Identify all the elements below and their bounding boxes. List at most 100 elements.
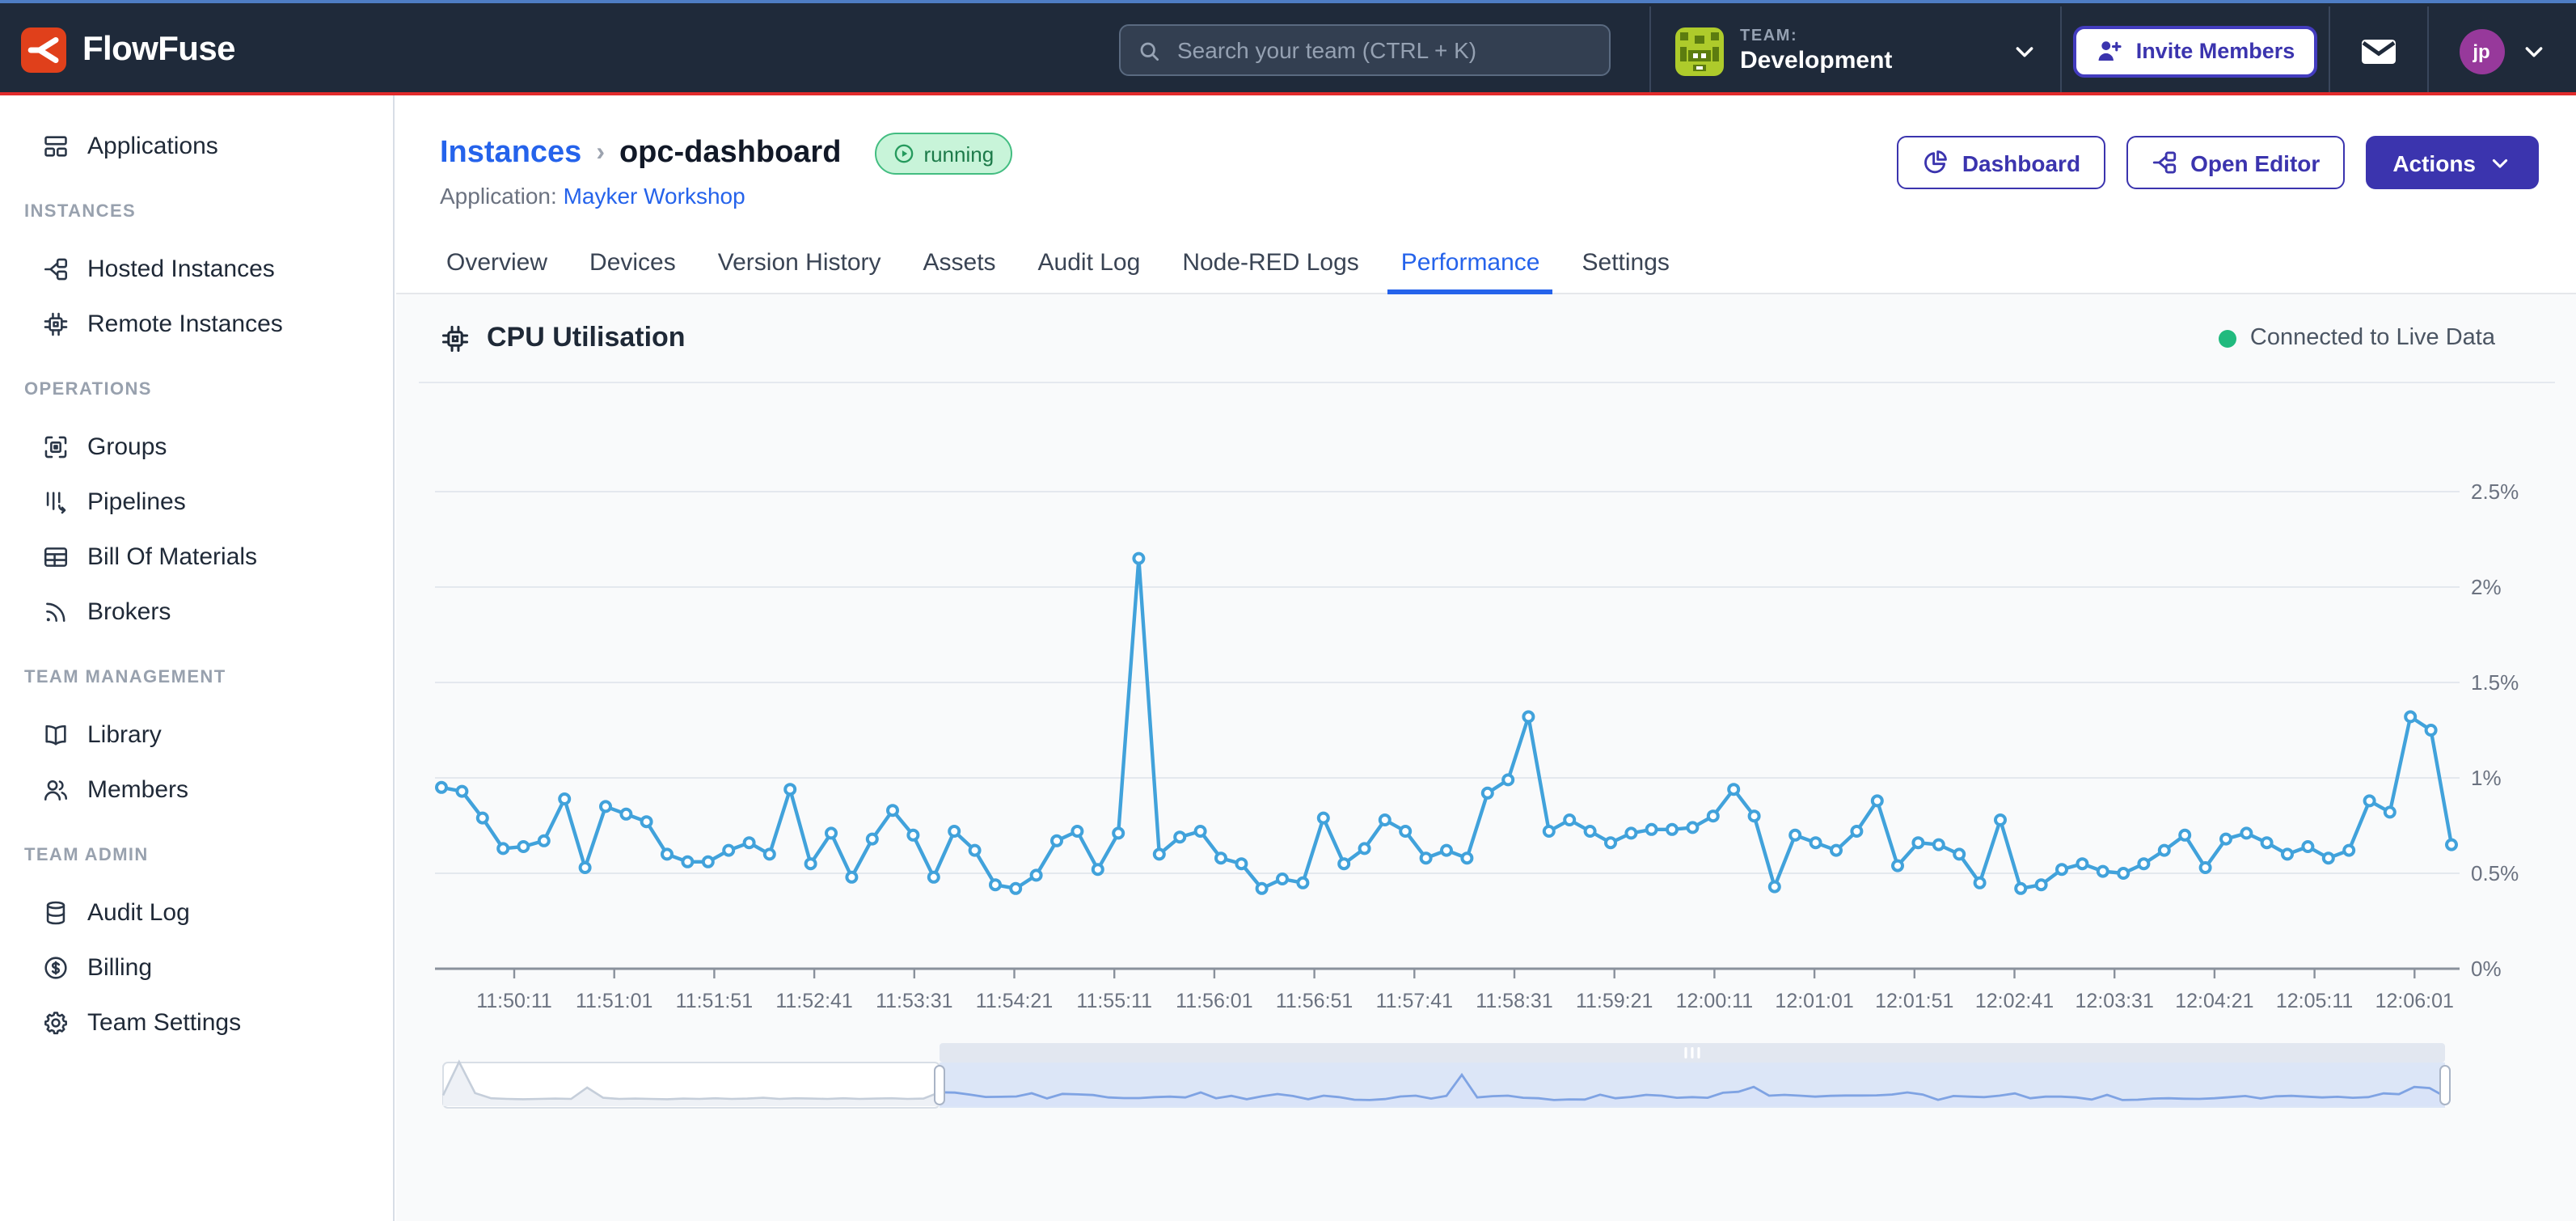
mail-icon: [2359, 32, 2398, 70]
groups-icon: [42, 433, 70, 460]
breadcrumb-instances-link[interactable]: Instances: [440, 136, 581, 171]
live-status-dot: [2219, 329, 2237, 347]
sidebar-item-label: Billing: [87, 953, 152, 981]
pipelines-icon: [42, 488, 70, 515]
live-status: Connected to Live Data: [2219, 325, 2495, 351]
range-handle-right[interactable]: [2440, 1066, 2450, 1105]
sidebar: ApplicationsINSTANCESHosted InstancesRem…: [0, 95, 395, 1221]
svg-text:11:59:21: 11:59:21: [1576, 990, 1653, 1012]
time-range-selector[interactable]: [443, 1043, 2450, 1108]
team-selector[interactable]: TEAM: Development: [1649, 6, 2060, 95]
billing-icon: [42, 953, 70, 981]
application-label: Application:: [440, 183, 557, 209]
breadcrumb: Instances › opc-dashboard running: [440, 133, 1011, 175]
breadcrumb-separator: ›: [596, 139, 605, 168]
svg-text:12:01:51: 12:01:51: [1875, 990, 1953, 1012]
app-root: FlowFuse: [0, 0, 2576, 1221]
tab-performance[interactable]: Performance: [1388, 231, 1553, 293]
svg-text:11:52:41: 11:52:41: [775, 990, 852, 1012]
tab-version-history[interactable]: Version History: [705, 231, 894, 293]
hosted-instances-icon: [42, 255, 70, 282]
flowfuse-logo-icon: [21, 27, 66, 72]
sidebar-item-billing[interactable]: Billing: [0, 940, 393, 995]
sidebar-item-remote-instances[interactable]: Remote Instances: [0, 296, 393, 351]
sidebar-item-pipelines[interactable]: Pipelines: [0, 474, 393, 529]
svg-text:12:00:11: 12:00:11: [1676, 990, 1753, 1012]
actions-button-label: Actions: [2392, 150, 2476, 175]
sidebar-item-label: Brokers: [87, 598, 171, 625]
dashboard-button-label: Dashboard: [1962, 150, 2080, 175]
user-menu[interactable]: jp: [2427, 6, 2576, 95]
svg-text:12:06:01: 12:06:01: [2375, 990, 2454, 1012]
x-axis-ticks: [514, 969, 2414, 978]
svg-text:2%: 2%: [2471, 575, 2502, 599]
grip-icon: [1691, 1047, 1693, 1058]
svg-text:11:53:31: 11:53:31: [876, 990, 952, 1012]
svg-text:12:02:41: 12:02:41: [1975, 990, 2054, 1012]
tab-overview[interactable]: Overview: [433, 231, 560, 293]
editor-fork-icon: [2150, 149, 2177, 176]
tab-audit-log[interactable]: Audit Log: [1025, 231, 1154, 293]
dashboard-button[interactable]: Dashboard: [1898, 136, 2105, 189]
svg-text:12:05:11: 12:05:11: [2276, 990, 2353, 1012]
sidebar-item-label: Groups: [87, 433, 167, 460]
library-icon: [42, 720, 70, 748]
sidebar-item-label: Bill Of Materials: [87, 543, 257, 570]
chart-gridlines: [435, 492, 2460, 873]
user-avatar: jp: [2459, 28, 2504, 74]
sidebar-item-library[interactable]: Library: [0, 707, 393, 762]
sidebar-section-team-management: TEAM MANAGEMENT: [0, 668, 393, 687]
header-right-cluster: TEAM: Development Invite Members: [1649, 6, 2576, 95]
status-badge: running: [875, 133, 1011, 175]
cpu-icon: [440, 323, 471, 353]
status-badge-label: running: [923, 142, 994, 166]
svg-text:11:56:01: 11:56:01: [1176, 990, 1252, 1012]
sidebar-item-groups[interactable]: Groups: [0, 419, 393, 474]
tab-settings[interactable]: Settings: [1569, 231, 1683, 293]
svg-text:0%: 0%: [2471, 957, 2502, 981]
svg-text:12:03:31: 12:03:31: [2076, 990, 2154, 1012]
chart-title-label: CPU Utilisation: [487, 322, 686, 354]
svg-text:11:56:51: 11:56:51: [1276, 990, 1353, 1012]
invite-segment: Invite Members: [2060, 6, 2329, 95]
grip-icon: [1697, 1047, 1700, 1058]
tab-devices[interactable]: Devices: [576, 231, 689, 293]
sidebar-item-audit-log[interactable]: Audit Log: [0, 885, 393, 940]
y-axis-labels: 0%0.5%1%1.5%2%2.5%: [2471, 480, 2519, 981]
audit-log-icon: [42, 898, 70, 926]
brokers-icon: [42, 598, 70, 625]
sidebar-item-hosted-instances[interactable]: Hosted Instances: [0, 241, 393, 296]
team-avatar: [1675, 27, 1724, 75]
application-link[interactable]: Mayker Workshop: [564, 183, 745, 209]
sidebar-item-label: Library: [87, 720, 162, 748]
instance-tabs: Overview Devices Version History Assets Audi…: [396, 231, 2576, 294]
application-line: Application: Mayker Workshop: [440, 183, 745, 209]
sidebar-item-brokers[interactable]: Brokers: [0, 584, 393, 639]
performance-panel: CPU Utilisation Connected to Live Data 0…: [396, 294, 2576, 1221]
sidebar-item-applications[interactable]: Applications: [0, 118, 393, 173]
sidebar-item-bill-of-materials[interactable]: Bill Of Materials: [0, 529, 393, 584]
notifications-segment[interactable]: [2329, 6, 2427, 95]
remote-instances-icon: [42, 310, 70, 337]
team-search[interactable]: [1119, 24, 1611, 76]
cpu-series-markers: [437, 554, 2456, 894]
cpu-series-line: [441, 559, 2451, 889]
sidebar-item-label: Team Settings: [87, 1008, 241, 1036]
actions-button[interactable]: Actions: [2365, 136, 2539, 189]
sidebar-item-team-settings[interactable]: Team Settings: [0, 995, 393, 1050]
members-icon: [42, 775, 70, 803]
svg-text:1%: 1%: [2471, 766, 2502, 790]
sidebar-item-members[interactable]: Members: [0, 762, 393, 817]
tab-assets[interactable]: Assets: [910, 231, 1009, 293]
search-input[interactable]: [1174, 36, 1593, 65]
svg-text:11:50:11: 11:50:11: [476, 990, 552, 1012]
search-icon: [1137, 38, 1161, 62]
range-handle-left[interactable]: [935, 1066, 944, 1105]
team-text: TEAM: Development: [1740, 27, 1892, 74]
brand[interactable]: FlowFuse: [21, 3, 235, 95]
invite-members-button[interactable]: Invite Members: [2073, 25, 2318, 77]
top-navigation-bar: FlowFuse: [0, 0, 2576, 95]
sidebar-item-label: Hosted Instances: [87, 255, 275, 282]
open-editor-button[interactable]: Open Editor: [2126, 136, 2344, 189]
tab-node-red-logs[interactable]: Node-RED Logs: [1169, 231, 1371, 293]
